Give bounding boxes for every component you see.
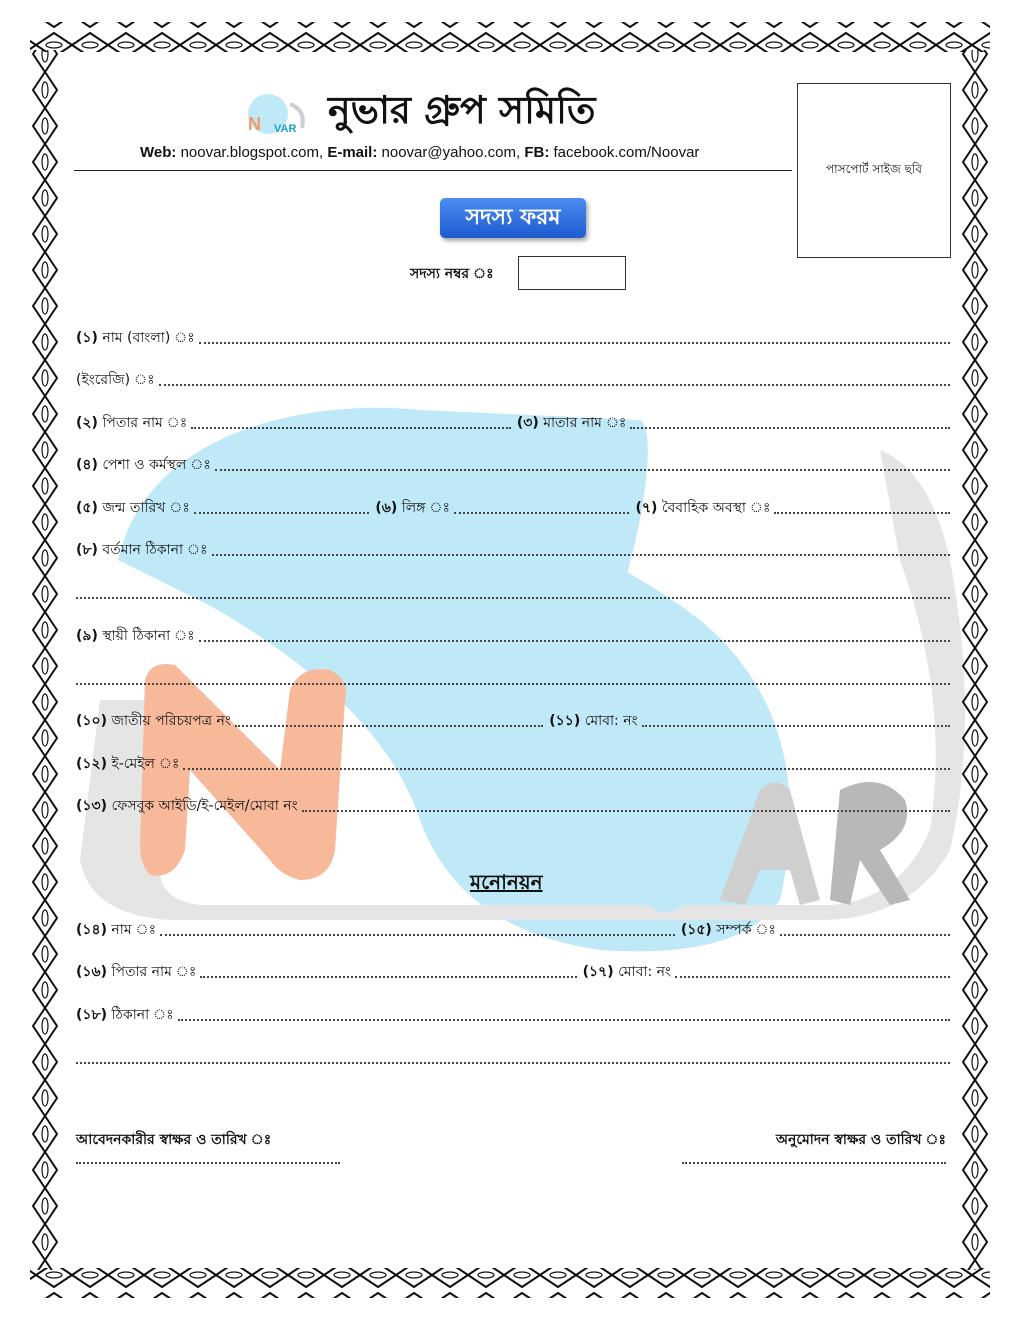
logo-letter: N xyxy=(248,114,261,134)
logo-text: VAR xyxy=(274,123,296,135)
field-label: (৬) লিঙ্গ ঃ xyxy=(375,500,450,516)
name-bangla-field[interactable] xyxy=(198,336,950,344)
field-row-email: (১২) ই-মেইল ঃ xyxy=(76,750,950,776)
field-row-birth-gender-marital: (৫) জন্ম তারিখ ঃ (৬) লিঙ্গ ঃ (৭) বৈবাহিক… xyxy=(76,494,950,520)
field-label: (১) নাম (বাংলা) ঃ xyxy=(76,330,195,346)
nominee-mobile-field[interactable] xyxy=(675,970,950,978)
nominee-name-field[interactable] xyxy=(160,928,675,936)
marital-status-field[interactable] xyxy=(774,506,950,514)
applicant-signature-field[interactable] xyxy=(76,1162,340,1164)
field-row-present-address: (৮) বর্তমান ঠিকানা ঃ xyxy=(76,536,950,562)
field-label: (৮) বর্তমান ঠিকানা ঃ xyxy=(76,542,208,558)
membership-form-page: N VAR নুভার গ্রুপ সমিতি Web: noovar.blog… xyxy=(0,0,1020,1320)
field-label: (৩) মাতার নাম ঃ xyxy=(516,415,627,431)
field-label: (ইংরেজি) ঃ xyxy=(76,372,155,388)
field-label: (৭) বৈবাহিক অবস্থা ঃ xyxy=(635,500,771,516)
field-row-present-address-cont xyxy=(76,579,950,605)
mother-name-field[interactable] xyxy=(630,421,951,429)
field-label: (৪) পেশা ও কর্মস্থল ঃ xyxy=(76,457,211,473)
field-row-nominee-address: (১৮) ঠিকানা ঃ xyxy=(76,1001,950,1027)
approval-signature-label: অনুমোদন স্বাক্ষর ও তারিখ ঃ xyxy=(775,1132,946,1148)
field-label: (২) পিতার নাম ঃ xyxy=(76,415,188,431)
field-label: (১৪) নাম ঃ xyxy=(76,922,157,938)
form-title-badge: সদস্য ফরম xyxy=(440,198,586,238)
field-label: (১৩) ফেসবুক আইডি/ই-মেইল/মোবা নং xyxy=(76,798,298,814)
field-row-nid-mobile: (১০) জাতীয় পরিচয়পত্র নং (১১) মোবা: নং xyxy=(76,707,950,733)
nomination-heading: মনোনয়ন xyxy=(470,870,543,894)
field-row-parents: (২) পিতার নাম ঃ (৩) মাতার নাম ঃ xyxy=(76,409,951,435)
field-row-permanent-address-cont xyxy=(76,665,950,691)
field-label: (১১) মোবা: নং xyxy=(549,713,638,729)
field-label: (১৮) ঠিকানা ঃ xyxy=(76,1007,174,1023)
name-english-field[interactable] xyxy=(158,378,950,386)
field-label: (৯) স্থায়ী ঠিকানা ঃ xyxy=(76,628,195,644)
member-number-field[interactable] xyxy=(518,256,626,290)
org-title: নুভার গ্রুপ সমিতি xyxy=(328,88,596,132)
field-label: (১২) ই-মেইল ঃ xyxy=(76,756,180,772)
field-label: (৫) জন্ম তারিখ ঃ xyxy=(76,500,190,516)
permanent-address-line2-field[interactable] xyxy=(76,677,950,685)
field-label: (১৭) মোবা: নং xyxy=(582,964,671,980)
field-row-nominee-address-cont xyxy=(76,1044,950,1070)
permanent-address-field[interactable] xyxy=(198,634,950,642)
field-row-facebook: (১৩) ফেসবুক আইডি/ই-মেইল/মোবা নং xyxy=(76,792,950,818)
email-value: noovar@yahoo.com, xyxy=(381,144,521,161)
web-label: Web: xyxy=(140,144,177,161)
field-label: (১৫) সম্পর্ক ঃ xyxy=(680,922,776,938)
field-row-name-bangla: (১) নাম (বাংলা) ঃ xyxy=(76,324,950,350)
facebook-field[interactable] xyxy=(301,804,950,812)
field-label: (১০) জাতীয় পরিচয়পত্র নং xyxy=(76,713,231,729)
occupation-field[interactable] xyxy=(214,463,950,471)
nid-field[interactable] xyxy=(234,719,544,727)
fb-label: FB: xyxy=(524,144,550,161)
field-row-occupation: (৪) পেশা ও কর্মস্থল ঃ xyxy=(76,451,950,477)
father-name-field[interactable] xyxy=(191,421,511,429)
field-row-name-english: (ইংরেজি) ঃ xyxy=(76,366,950,392)
field-row-nominee-father-mobile: (১৬) পিতার নাম ঃ (১৭) মোবা: নং xyxy=(76,958,950,984)
nominee-father-field[interactable] xyxy=(200,970,577,978)
applicant-signature-label: আবেদনকারীর স্বাক্ষর ও তারিখ ঃ xyxy=(76,1132,272,1148)
field-row-permanent-address: (৯) স্থায়ী ঠিকানা ঃ xyxy=(76,622,950,648)
fb-value: facebook.com/Noovar xyxy=(553,144,700,161)
nominee-address-field[interactable] xyxy=(177,1013,950,1021)
approval-signature-field[interactable] xyxy=(682,1162,946,1164)
gender-field[interactable] xyxy=(453,506,630,514)
header-divider xyxy=(74,170,792,171)
nominee-address-line2-field[interactable] xyxy=(76,1056,950,1064)
photo-box-label: পাসপোর্ট সাইজ ছবি xyxy=(826,161,922,176)
birth-date-field[interactable] xyxy=(193,506,370,514)
email-field[interactable] xyxy=(183,762,950,770)
field-label: (১৬) পিতার নাম ঃ xyxy=(76,964,197,980)
member-number-label: সদস্য নম্বর ঃ xyxy=(410,266,494,282)
contact-line: Web: noovar.blogspot.com, E-mail: noovar… xyxy=(140,144,790,161)
present-address-field[interactable] xyxy=(211,548,950,556)
mobile-field[interactable] xyxy=(641,719,950,727)
noovar-logo: N VAR xyxy=(248,94,305,135)
web-value: noovar.blogspot.com, xyxy=(180,144,324,161)
field-row-nominee-name: (১৪) নাম ঃ (১৫) সম্পর্ক ঃ xyxy=(76,916,950,942)
present-address-line2-field[interactable] xyxy=(76,591,950,599)
relation-field[interactable] xyxy=(780,928,950,936)
passport-photo-box[interactable]: পাসপোর্ট সাইজ ছবি xyxy=(797,83,951,258)
email-label: E-mail: xyxy=(327,144,378,161)
